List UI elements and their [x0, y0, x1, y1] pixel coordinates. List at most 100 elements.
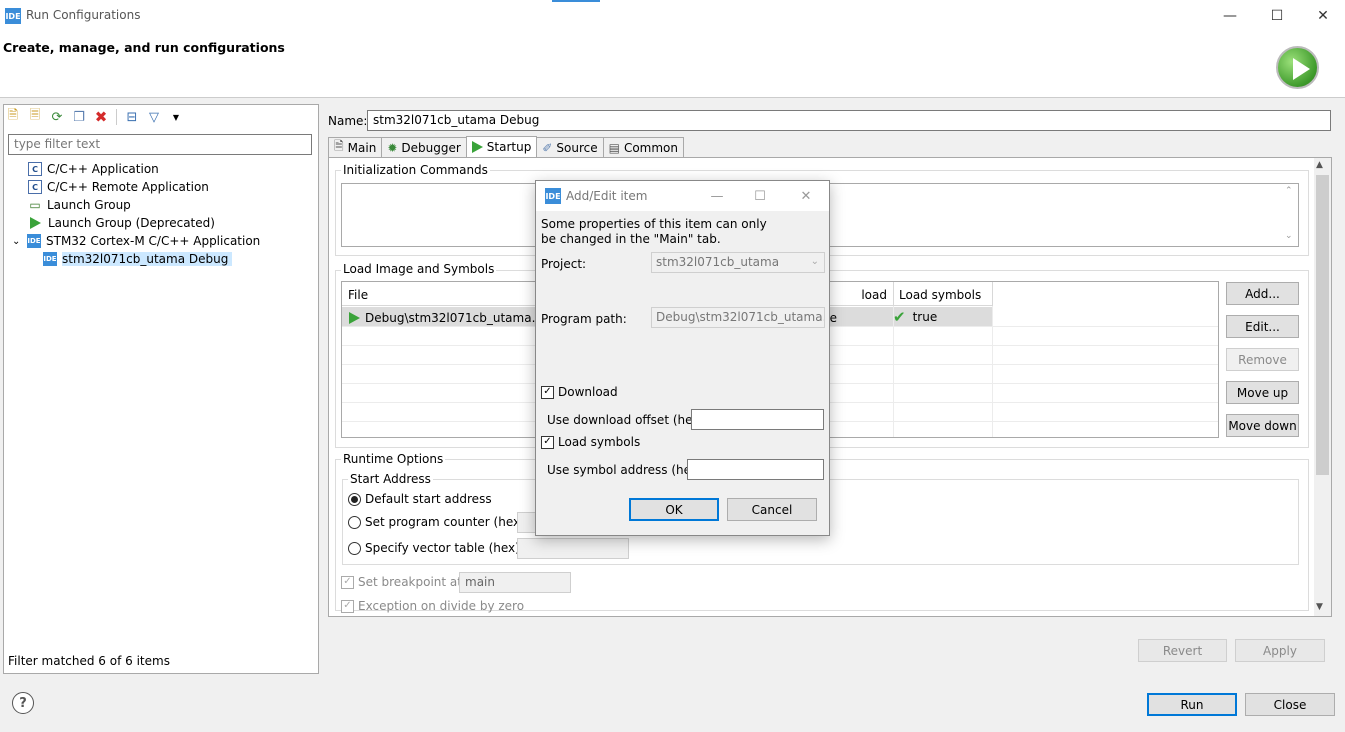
tab-label: Startup: [486, 140, 532, 154]
checkbox-label: Set breakpoint at:: [358, 575, 467, 589]
minimize-icon[interactable]: —: [697, 185, 737, 207]
radio-button[interactable]: [348, 515, 361, 529]
filter-status: Filter matched 6 of 6 items: [8, 654, 170, 668]
vector-table-input[interactable]: [517, 538, 629, 559]
ide-logo-icon: IDE: [545, 188, 561, 204]
tab-label: Source: [556, 140, 598, 155]
chevron-down-icon[interactable]: ⌄: [12, 236, 22, 247]
c-app-icon: C: [28, 162, 42, 176]
close-dialog-icon[interactable]: ✕: [786, 185, 826, 207]
tab-source[interactable]: ✐ Source: [536, 137, 604, 157]
textarea-scroll-up-icon[interactable]: ⌃: [1285, 186, 1293, 196]
cancel-button[interactable]: Cancel: [727, 498, 817, 521]
tree-item-launch-group[interactable]: ▭ Launch Group: [28, 196, 313, 214]
checkbox-label: Exception on divide by zero: [358, 599, 525, 613]
minimize-icon[interactable]: —: [1207, 4, 1253, 28]
dialog-titlebar: IDE Add/Edit item — ☐ ✕: [536, 181, 829, 211]
radio-default-start-address[interactable]: Default start address: [348, 492, 492, 506]
tree-item-label: C/C++ Remote Application: [47, 180, 209, 194]
chevron-down-icon[interactable]: ▼: [167, 108, 185, 126]
checkbox[interactable]: ✓: [541, 385, 554, 399]
config-name-input[interactable]: stm32l071cb_utama Debug: [367, 110, 1331, 131]
load-image-label: Load Image and Symbols: [341, 262, 497, 276]
checkbox[interactable]: ✓: [541, 435, 554, 449]
checkbox-label: Load symbols: [558, 435, 641, 449]
download-offset-input[interactable]: [691, 409, 824, 430]
tab-label: Main: [347, 140, 377, 155]
symbols-value: true: [912, 310, 938, 324]
set-breakpoint-checkbox[interactable]: ✓ Set breakpoint at:: [341, 575, 466, 589]
exception-divide-zero-checkbox[interactable]: ✓ Exception on divide by zero: [341, 599, 524, 613]
radio-button[interactable]: [348, 541, 361, 555]
tree-item-stm32-cortex-m[interactable]: ⌄ IDE STM32 Cortex-M C/C++ Application: [12, 232, 313, 250]
apply-button[interactable]: Apply: [1235, 639, 1325, 662]
scrollbar-thumb[interactable]: [1316, 175, 1329, 475]
tree-item-cpp-application[interactable]: C C/C++ Application: [28, 160, 313, 178]
toolbar-separator: [116, 109, 117, 125]
radio-set-program-counter[interactable]: Set program counter (hex):: [348, 515, 529, 529]
tree-item-launch-group-deprecated[interactable]: Launch Group (Deprecated): [28, 214, 313, 232]
tab-startup[interactable]: Startup: [465, 136, 538, 157]
help-icon[interactable]: ?: [12, 692, 34, 714]
radio-button[interactable]: [348, 492, 361, 506]
close-window-icon[interactable]: ✕: [1300, 4, 1345, 28]
revert-button[interactable]: Revert: [1138, 639, 1227, 662]
ok-button[interactable]: OK: [629, 498, 719, 521]
filter-icon[interactable]: ▽: [145, 108, 163, 126]
add-edit-dialog: IDE Add/Edit item — ☐ ✕ Some properties …: [535, 180, 830, 536]
edit-button[interactable]: Edit...: [1226, 315, 1299, 338]
scroll-down-icon[interactable]: ▼: [1316, 602, 1323, 612]
radio-specify-vector-table[interactable]: Specify vector table (hex):: [348, 541, 524, 555]
tree-item-stm32l071cb-debug[interactable]: IDE stm32l071cb_utama Debug: [43, 250, 313, 268]
checkmark-icon: ✔: [893, 308, 906, 326]
collapse-all-icon[interactable]: ⊟: [123, 108, 141, 126]
filter-input[interactable]: type filter text: [8, 134, 312, 155]
scroll-up-icon[interactable]: ▲: [1316, 160, 1323, 170]
init-commands-label: Initialization Commands: [341, 163, 490, 177]
main-tab-icon: 🗎: [334, 139, 344, 153]
add-button[interactable]: Add...: [1226, 282, 1299, 305]
program-path-input[interactable]: Debug\stm32l071cb_utama.elf: [651, 307, 825, 328]
checkbox[interactable]: ✓: [341, 599, 354, 613]
stm32-ide-icon: IDE: [27, 234, 41, 248]
runtime-options-label: Runtime Options: [341, 452, 446, 466]
close-button[interactable]: Close: [1245, 693, 1335, 716]
project-value: stm32l071cb_utama: [656, 255, 780, 269]
source-icon: ✐: [542, 140, 553, 155]
startup-icon: [471, 141, 483, 153]
maximize-icon[interactable]: ☐: [1254, 4, 1300, 28]
new-prototype-icon[interactable]: 🗏: [26, 108, 44, 126]
remove-button[interactable]: Remove: [1226, 348, 1299, 371]
export-icon[interactable]: ⟳: [48, 108, 66, 126]
checkbox[interactable]: ✓: [341, 575, 354, 589]
move-up-button[interactable]: Move up: [1226, 381, 1299, 404]
maximize-icon[interactable]: ☐: [740, 185, 780, 207]
tree-item-cpp-remote-application[interactable]: C C/C++ Remote Application: [28, 178, 313, 196]
project-select[interactable]: stm32l071cb_utama ⌄: [651, 252, 825, 273]
column-header-load-symbols[interactable]: Load symbols: [893, 282, 993, 306]
tree-item-label: Launch Group: [47, 198, 131, 212]
stm32-ide-icon: IDE: [43, 252, 57, 266]
run-button[interactable]: Run: [1147, 693, 1237, 716]
table-cell-load-symbols: ✔ true: [893, 308, 937, 326]
program-path-label: Program path:: [541, 312, 627, 326]
delete-icon[interactable]: ✖: [92, 108, 110, 126]
tree-item-label: stm32l071cb_utama Debug: [62, 252, 233, 266]
load-symbols-checkbox[interactable]: ✓ Load symbols: [541, 435, 640, 449]
tab-debugger[interactable]: ✹ Debugger: [381, 137, 467, 157]
download-checkbox[interactable]: ✓ Download: [541, 385, 618, 399]
column-header-download-label: load: [861, 288, 887, 302]
column-header-download[interactable]: load: [822, 282, 894, 306]
new-config-icon[interactable]: 🗎: [4, 108, 22, 126]
tab-label: Common: [623, 140, 678, 155]
tab-main[interactable]: 🗎 Main: [328, 137, 383, 157]
textarea-scroll-down-icon[interactable]: ⌄: [1285, 231, 1293, 241]
project-label: Project:: [541, 257, 587, 271]
tree-item-label: STM32 Cortex-M C/C++ Application: [46, 234, 261, 248]
elf-file-icon: [349, 312, 360, 324]
move-down-button[interactable]: Move down: [1226, 414, 1299, 437]
symbol-address-input[interactable]: [687, 459, 824, 480]
tab-common[interactable]: ▤ Common: [602, 137, 684, 157]
breakpoint-input[interactable]: main: [459, 572, 571, 593]
duplicate-icon[interactable]: ❐: [70, 108, 88, 126]
